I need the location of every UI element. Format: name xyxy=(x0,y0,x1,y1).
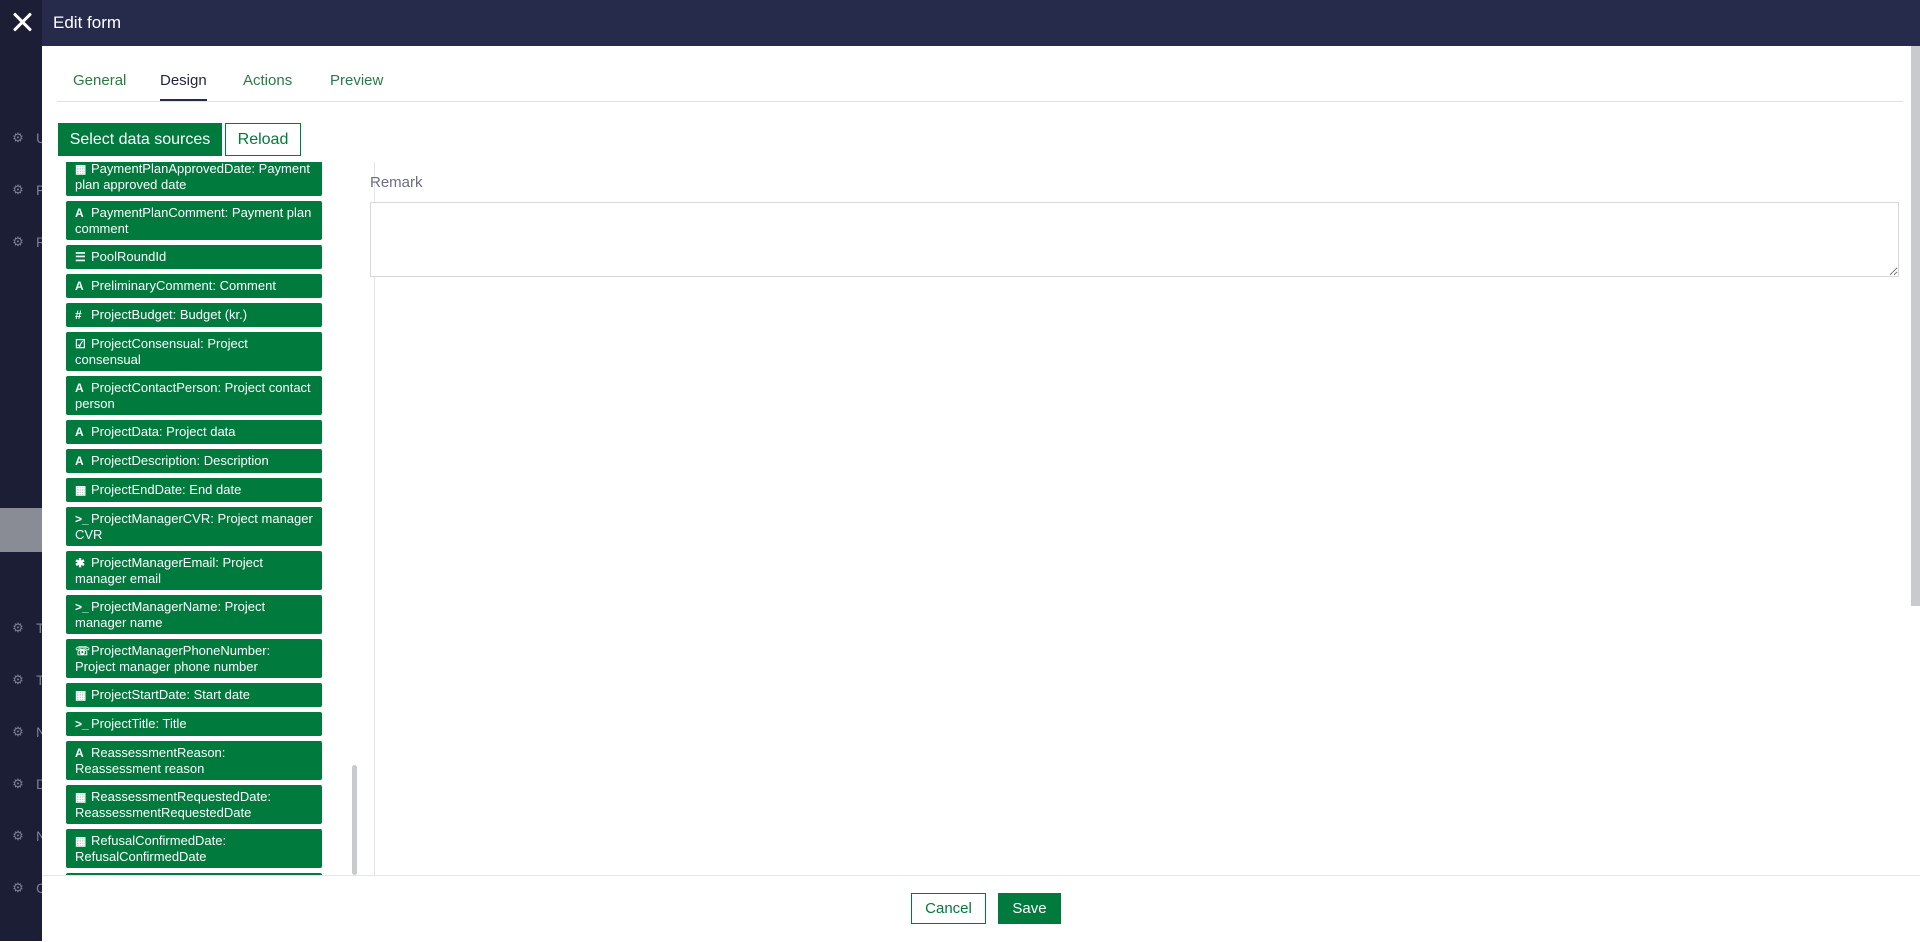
terminal-icon: >_ xyxy=(75,600,89,614)
dialog-header: Edit form xyxy=(42,0,1920,46)
data-source-item[interactable]: ▦ PaymentPlanApprovedDate: Payment plan a… xyxy=(66,162,322,196)
data-source-item[interactable]: A ProjectDescription: Description xyxy=(66,449,322,473)
dialog-footer: Cancel Save xyxy=(42,875,1920,942)
remark-label: Remark xyxy=(370,174,423,191)
data-source-item[interactable]: A ProjectData: Project data xyxy=(66,420,322,444)
tab-design[interactable]: Design xyxy=(160,72,207,101)
gear-icon: ⚙ xyxy=(12,724,24,739)
checkbox-icon: ☑ xyxy=(75,337,86,351)
gear-icon: ⚙ xyxy=(12,130,24,145)
data-source-label: ProjectEndDate: End date xyxy=(91,482,242,497)
edit-form-dialog: Edit form General Design Actions Preview… xyxy=(42,0,1920,942)
data-source-label: ProjectManagerName: Project manager name xyxy=(75,599,266,630)
background-app-sidebar: ⚙ U ⚙ F ⚙ R ⚙ T ⚙ T ⚙ N ⚙ D ⚙ N ⚙ C xyxy=(0,0,46,941)
dialog-title: Edit form xyxy=(53,13,122,32)
page-scrollbar[interactable] xyxy=(1911,46,1920,606)
data-source-item[interactable]: A PreliminaryComment: Comment xyxy=(66,274,322,298)
data-source-label: ProjectManagerPhoneNumber: Project manag… xyxy=(75,643,271,674)
data-source-item[interactable]: A ProjectContactPerson: Project contact p… xyxy=(66,376,322,415)
data-source-item[interactable]: ▦ ReassessmentRequestedDate: Reassessment… xyxy=(66,785,322,824)
remark-textarea[interactable] xyxy=(370,202,1899,277)
select-data-sources-button[interactable]: Select data sources xyxy=(58,123,222,156)
gear-icon: ⚙ xyxy=(12,828,24,843)
data-source-label: ProjectTitle: Title xyxy=(91,716,187,731)
scrollbar-thumb[interactable] xyxy=(352,765,357,875)
table-icon: ☰ xyxy=(75,250,86,264)
data-source-label: ReassessmentRequestedDate: ReassessmentR… xyxy=(75,789,271,820)
calendar-icon: ▦ xyxy=(75,688,87,702)
data-source-item[interactable]: >_ ProjectManagerName: Project manager na… xyxy=(66,595,322,634)
calendar-icon: ▦ xyxy=(75,162,87,176)
text-icon: A xyxy=(75,206,84,220)
data-source-label: ProjectDescription: Description xyxy=(91,453,269,468)
data-source-label: PoolRoundId xyxy=(91,249,167,264)
data-source-label: ProjectManagerEmail: Project manager ema… xyxy=(75,555,263,586)
text-icon: A xyxy=(75,425,84,439)
calendar-icon: ▦ xyxy=(75,483,87,497)
save-button[interactable]: Save xyxy=(998,893,1061,924)
data-source-item[interactable]: A PaymentPlanComment: Payment plan commen… xyxy=(66,201,322,240)
data-source-item[interactable]: A ReassessmentReason: Reassessment reason xyxy=(66,741,322,780)
terminal-icon: >_ xyxy=(75,512,89,526)
asterisk-icon: ✱ xyxy=(75,556,86,570)
gear-icon: ⚙ xyxy=(12,620,24,635)
text-icon: A xyxy=(75,381,84,395)
data-source-item[interactable]: # ProjectBudget: Budget (kr.) xyxy=(66,303,322,327)
data-source-item[interactable]: >_ ProjectTitle: Title xyxy=(66,712,322,736)
close-icon[interactable] xyxy=(9,9,35,35)
gear-icon: ⚙ xyxy=(12,182,24,197)
data-source-panel: ▦ PaymentPlanApprovedDate: Payment plan a… xyxy=(56,162,375,875)
data-source-label: PreliminaryComment: Comment xyxy=(91,278,276,293)
data-source-label: ProjectContactPerson: Project contact pe… xyxy=(75,380,311,411)
tab-bar: General Design Actions Preview xyxy=(57,60,1903,102)
gear-icon: ⚙ xyxy=(12,776,24,791)
data-source-label: PaymentPlanComment: Payment plan comment xyxy=(75,205,312,236)
data-source-list: ▦ PaymentPlanApprovedDate: Payment plan a… xyxy=(66,162,322,875)
phone-icon: ☏ xyxy=(75,644,91,658)
data-source-item[interactable]: ▦ ProjectEndDate: End date xyxy=(66,478,322,502)
data-source-label: RefusalConfirmedDate: RefusalConfirmedDa… xyxy=(75,833,227,864)
data-source-label: ProjectBudget: Budget (kr.) xyxy=(91,307,248,322)
data-source-item[interactable]: ☑ ProjectConsensual: Project consensual xyxy=(66,332,322,371)
data-source-item[interactable]: >_ ProjectManagerCVR: Project manager CVR xyxy=(66,507,322,546)
tab-actions[interactable]: Actions xyxy=(243,72,292,99)
cancel-button[interactable]: Cancel xyxy=(911,893,986,924)
text-icon: A xyxy=(75,454,84,468)
calendar-icon: ▦ xyxy=(75,790,87,804)
data-source-label: ProjectData: Project data xyxy=(91,424,236,439)
data-source-item[interactable]: ☰ PoolRoundId xyxy=(66,245,322,269)
data-source-item[interactable]: ▦ RefusalConfirmedDate: RefusalConfirmedD… xyxy=(66,829,322,868)
data-source-label: ProjectManagerCVR: Project manager CVR xyxy=(75,511,313,542)
reload-button[interactable]: Reload xyxy=(225,123,301,156)
text-icon: A xyxy=(75,279,84,293)
data-source-item[interactable]: ▦ ProjectStartDate: Start date xyxy=(66,683,322,707)
data-source-item[interactable]: ✱ ProjectManagerEmail: Project manager em… xyxy=(66,551,322,590)
calendar-icon: ▦ xyxy=(75,834,87,848)
data-source-scrollbar[interactable] xyxy=(351,162,359,875)
data-source-label: ProjectConsensual: Project consensual xyxy=(75,336,248,367)
tab-general[interactable]: General xyxy=(73,72,126,99)
tab-preview[interactable]: Preview xyxy=(330,72,383,99)
gear-icon: ⚙ xyxy=(12,672,24,687)
terminal-icon: >_ xyxy=(75,717,89,731)
data-source-label: ProjectStartDate: Start date xyxy=(91,687,250,702)
data-source-item[interactable]: ☏ProjectManagerPhoneNumber: Project mana… xyxy=(66,639,322,678)
gear-icon: ⚙ xyxy=(12,880,24,895)
data-source-label: PaymentPlanApprovedDate: Payment plan ap… xyxy=(75,162,310,192)
text-icon: A xyxy=(75,746,84,760)
gear-icon: ⚙ xyxy=(12,234,24,249)
bg-sidebar-active-row xyxy=(0,508,42,552)
data-source-label: ReassessmentReason: Reassessment reason xyxy=(75,745,226,776)
hash-icon: # xyxy=(75,308,82,322)
